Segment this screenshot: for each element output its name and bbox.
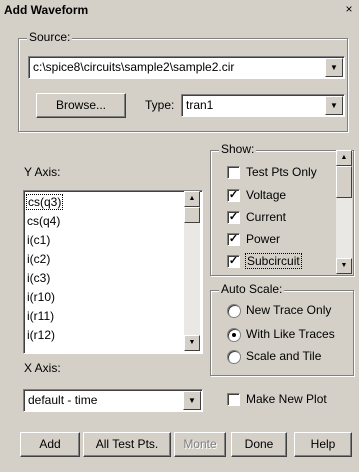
all-test-pts-button-label: All Test Pts.	[95, 437, 159, 451]
done-button-label: Done	[244, 437, 274, 451]
all-test-pts-button[interactable]: All Test Pts.	[83, 432, 171, 457]
test-pts-only-label: Test Pts Only	[246, 165, 317, 179]
y-axis-list[interactable]: cs(q3) cs(q4) i(c1) i(c2) i(c3) i(r10) i…	[23, 190, 203, 354]
list-item-label: cs(q3)	[25, 194, 64, 210]
scale-and-tile-radio[interactable]	[227, 350, 241, 364]
x-axis-value: default - time	[28, 393, 98, 407]
list-item-label: cs(q4)	[27, 214, 61, 228]
monte-button-label: Monte	[183, 437, 217, 451]
list-item-label: i(r12)	[27, 328, 56, 342]
list-item[interactable]: i(c3)	[27, 269, 50, 287]
scroll-thumb[interactable]	[184, 207, 200, 223]
add-button-label: Add	[39, 437, 61, 451]
chevron-down-icon[interactable]: ▼	[183, 391, 201, 410]
title-bar: Add Waveform ×	[0, 0, 359, 20]
browse-button-label: Browse...	[55, 98, 106, 112]
list-item[interactable]: i(c2)	[27, 250, 50, 268]
x-axis-label: X Axis:	[24, 361, 61, 375]
list-item-label: i(c3)	[27, 271, 51, 285]
chevron-down-icon[interactable]: ▼	[325, 96, 343, 115]
power-checkbox[interactable]: ✓	[227, 233, 240, 246]
show-scrollbar[interactable]: ▲ ▼	[336, 150, 352, 274]
y-axis-label: Y Axis:	[24, 165, 61, 179]
with-like-traces-radio[interactable]	[227, 328, 241, 342]
current-checkbox[interactable]: ✓	[227, 211, 240, 224]
type-select[interactable]: tran1 ▼	[181, 94, 345, 117]
list-item[interactable]: i(r12)	[27, 326, 55, 344]
add-button[interactable]: Add	[20, 432, 80, 457]
voltage-label: Voltage	[246, 188, 287, 202]
chevron-down-icon[interactable]: ▼	[325, 58, 343, 77]
y-axis-scrollbar[interactable]: ▲ ▼	[184, 191, 200, 351]
scroll-thumb[interactable]	[336, 166, 352, 198]
source-legend: Source:	[27, 30, 73, 44]
help-button[interactable]: Help	[294, 432, 352, 457]
done-button[interactable]: Done	[231, 432, 287, 457]
new-trace-only-radio[interactable]	[227, 304, 241, 318]
current-label: Current	[246, 210, 287, 224]
power-label: Power	[246, 232, 281, 246]
type-value: tran1	[186, 98, 214, 112]
scroll-up-icon[interactable]: ▲	[184, 191, 200, 207]
help-button-label: Help	[310, 437, 336, 451]
with-like-traces-label: With Like Traces	[246, 327, 335, 341]
list-item[interactable]: cs(q3)	[25, 193, 64, 211]
browse-button[interactable]: Browse...	[36, 93, 126, 118]
show-legend: Show:	[219, 142, 257, 156]
scroll-up-icon[interactable]: ▲	[336, 150, 352, 166]
type-label: Type:	[145, 98, 175, 112]
make-new-plot-label: Make New Plot	[246, 392, 327, 406]
make-new-plot-checkbox[interactable]	[227, 393, 240, 406]
window-title: Add Waveform	[4, 3, 89, 17]
radio-dot	[232, 333, 236, 337]
new-trace-only-label: New Trace Only	[246, 303, 332, 317]
x-axis-select[interactable]: default - time ▼	[23, 389, 203, 412]
auto-scale-legend: Auto Scale:	[219, 282, 285, 296]
list-item-label: i(c2)	[27, 252, 51, 266]
list-item-label: i(r10)	[27, 290, 56, 304]
scale-and-tile-label: Scale and Tile	[246, 349, 322, 363]
voltage-checkbox[interactable]: ✓	[227, 189, 240, 202]
source-path-value: c:\spice8\circuits\sample2\sample2.cir	[33, 60, 235, 74]
list-item[interactable]: i(r11)	[27, 307, 54, 325]
subcircuit-checkbox[interactable]: ✓	[227, 255, 240, 268]
scroll-down-icon[interactable]: ▼	[336, 258, 352, 274]
list-item[interactable]: i(r10)	[27, 288, 55, 306]
list-item-label: i(r11)	[27, 309, 55, 323]
list-item-label: i(c1)	[27, 233, 51, 247]
source-path-select[interactable]: c:\spice8\circuits\sample2\sample2.cir ▼	[28, 56, 345, 79]
list-item[interactable]: cs(q4)	[27, 212, 60, 230]
monte-button[interactable]: Monte	[174, 432, 226, 457]
list-item[interactable]: i(c1)	[27, 231, 50, 249]
test-pts-only-checkbox[interactable]	[227, 166, 240, 179]
scroll-down-icon[interactable]: ▼	[184, 335, 200, 351]
subcircuit-label: Subcircuit	[245, 253, 302, 269]
close-icon[interactable]: ×	[341, 2, 357, 17]
